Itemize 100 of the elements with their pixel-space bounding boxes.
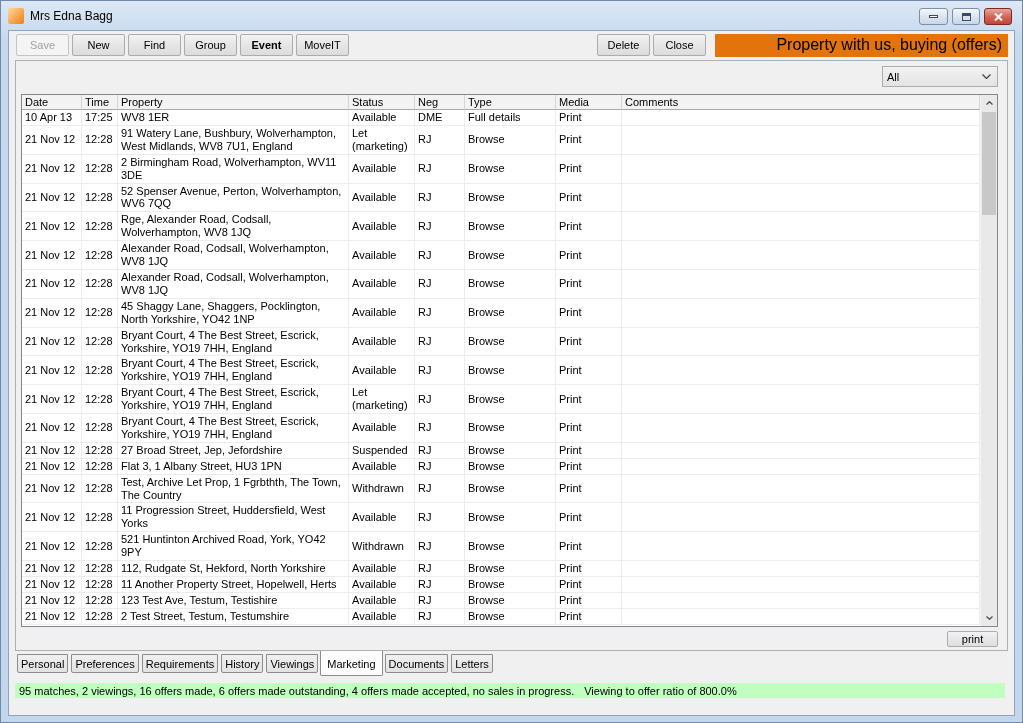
- table-cell: RJ: [415, 442, 465, 459]
- table-cell: RJ: [415, 503, 465, 533]
- toolbar-button[interactable]: Close: [653, 34, 706, 56]
- table-cell: RJ: [415, 154, 465, 184]
- table-cell: 11 Progression Street, Huddersfield, West Yorks: [118, 503, 349, 533]
- table-cell: Available: [349, 241, 415, 270]
- close-button[interactable]: [984, 8, 1012, 25]
- table-cell: Print: [556, 577, 622, 593]
- table-cell: Available: [349, 414, 415, 443]
- toolbar-button[interactable]: Delete: [597, 34, 650, 56]
- tab[interactable]: History: [221, 654, 264, 673]
- table-cell: Browse: [465, 298, 556, 328]
- table-cell: WV8 1ER: [118, 110, 349, 126]
- table-cell: 12:28: [82, 183, 118, 213]
- table-cell: 123 Test Ave, Testum, Testishire: [118, 592, 349, 609]
- table-cell: Print: [556, 532, 622, 562]
- table-cell: Bryant Court, 4 The Best Street, Escrick, Yorkshire, YO19 7HH, England: [118, 327, 349, 357]
- table-cell: 27 Broad Street, Jep, Jefordshire: [118, 442, 349, 459]
- scrollbar-thumb[interactable]: [982, 112, 996, 215]
- table-cell: Let (marketing): [349, 385, 415, 415]
- filter-dropdown[interactable]: All: [882, 66, 998, 87]
- toolbar-button[interactable]: Event: [240, 34, 293, 56]
- table-cell: Print: [556, 385, 622, 415]
- column-header[interactable]: Status: [349, 95, 415, 110]
- chevron-up-icon: [985, 101, 993, 105]
- table-cell: Let (marketing): [349, 125, 415, 155]
- table-cell: 21 Nov 12: [22, 183, 82, 213]
- table-cell: Browse: [465, 269, 556, 299]
- table-cell: 91 Watery Lane, Bushbury, Wolverhampton, West Midlands, WV8 7U1, England: [118, 125, 349, 155]
- column-header[interactable]: Type: [465, 95, 556, 110]
- print-button[interactable]: print: [947, 631, 998, 647]
- table-cell: 112, Rudgate St, Hekford, North Yorkshire: [118, 561, 349, 577]
- table-cell: Browse: [465, 561, 556, 577]
- close-icon: [993, 12, 1003, 21]
- table-cell: Available: [349, 298, 415, 328]
- table-cell: Browse: [465, 356, 556, 386]
- table-cell: RJ: [415, 183, 465, 213]
- toolbar-button[interactable]: Find: [128, 34, 181, 56]
- table-cell: Suspended: [349, 442, 415, 459]
- minimize-icon: [929, 15, 938, 18]
- tab[interactable]: Marketing: [320, 651, 383, 676]
- table-cell: 12:28: [82, 298, 118, 328]
- table-cell: Browse: [465, 458, 556, 475]
- chevron-down-icon: [982, 74, 991, 79]
- table-cell: 12:28: [82, 442, 118, 459]
- tab[interactable]: Preferences: [71, 654, 139, 673]
- column-header[interactable]: Media: [556, 95, 622, 110]
- table-cell: 12:28: [82, 356, 118, 386]
- table-cell: 12:28: [82, 458, 118, 475]
- column-header[interactable]: Date: [22, 95, 82, 110]
- column-header[interactable]: Time: [82, 95, 118, 110]
- minimize-button[interactable]: [919, 8, 948, 25]
- table-cell: 12:28: [82, 608, 118, 625]
- tab[interactable]: Letters: [451, 654, 493, 673]
- table-cell: Available: [349, 608, 415, 625]
- table-cell: 21 Nov 12: [22, 414, 82, 443]
- table-cell: 21 Nov 12: [22, 212, 82, 242]
- table-cell: Print: [556, 327, 622, 357]
- table-cell: RJ: [415, 414, 465, 443]
- tab[interactable]: Personal: [17, 654, 69, 673]
- column-header[interactable]: Property: [118, 95, 349, 110]
- table-cell: Print: [556, 298, 622, 328]
- status-summary: 95 matches, 2 viewings, 16 offers made, 6 offers made outstanding, 4 offers made accepted, no sales in progress.: [19, 684, 575, 697]
- column-header[interactable]: Neg: [415, 95, 465, 110]
- toolbar-button[interactable]: MoveIT: [296, 34, 349, 56]
- table-cell: Print: [556, 458, 622, 475]
- table-cell: 21 Nov 12: [22, 327, 82, 357]
- table-cell: Browse: [465, 125, 556, 155]
- tab[interactable]: Requirements: [141, 654, 219, 673]
- table-cell: 12:28: [82, 269, 118, 299]
- table-cell: Available: [349, 154, 415, 184]
- table-cell: Available: [349, 327, 415, 357]
- table-cell: 12:28: [82, 241, 118, 270]
- vertical-scrollbar[interactable]: [980, 95, 997, 626]
- table-cell: Available: [349, 183, 415, 213]
- tab[interactable]: Documents: [384, 654, 449, 673]
- table-cell: Browse: [465, 532, 556, 562]
- maximize-icon: [961, 12, 971, 21]
- table-cell: 12:28: [82, 154, 118, 184]
- table-cell: Test, Archive Let Prop, 1 Fgrbthth, The Town, The Country: [118, 474, 349, 504]
- toolbar-button[interactable]: New: [72, 34, 125, 56]
- status-banner: Property with us, buying (offers): [715, 33, 1008, 57]
- table-cell: RJ: [415, 458, 465, 475]
- table-cell: RJ: [415, 241, 465, 270]
- table-cell: Print: [556, 592, 622, 609]
- toolbar-button[interactable]: Group: [184, 34, 237, 56]
- table-cell: 21 Nov 12: [22, 269, 82, 299]
- table-cell: 21 Nov 12: [22, 241, 82, 270]
- table-cell: 21 Nov 12: [22, 532, 82, 562]
- table-cell: Available: [349, 269, 415, 299]
- maximize-button[interactable]: [952, 8, 980, 25]
- table-cell: Bryant Court, 4 The Best Street, Escrick, Yorkshire, YO19 7HH, England: [118, 414, 349, 443]
- table-cell: Browse: [465, 327, 556, 357]
- tab[interactable]: Viewings: [266, 654, 319, 673]
- table-cell: RJ: [415, 385, 465, 415]
- table-cell: Available: [349, 110, 415, 126]
- column-header[interactable]: Comments: [622, 95, 980, 110]
- table-cell: 21 Nov 12: [22, 298, 82, 328]
- table-cell: RJ: [415, 474, 465, 504]
- table-cell: 17:25: [82, 110, 118, 126]
